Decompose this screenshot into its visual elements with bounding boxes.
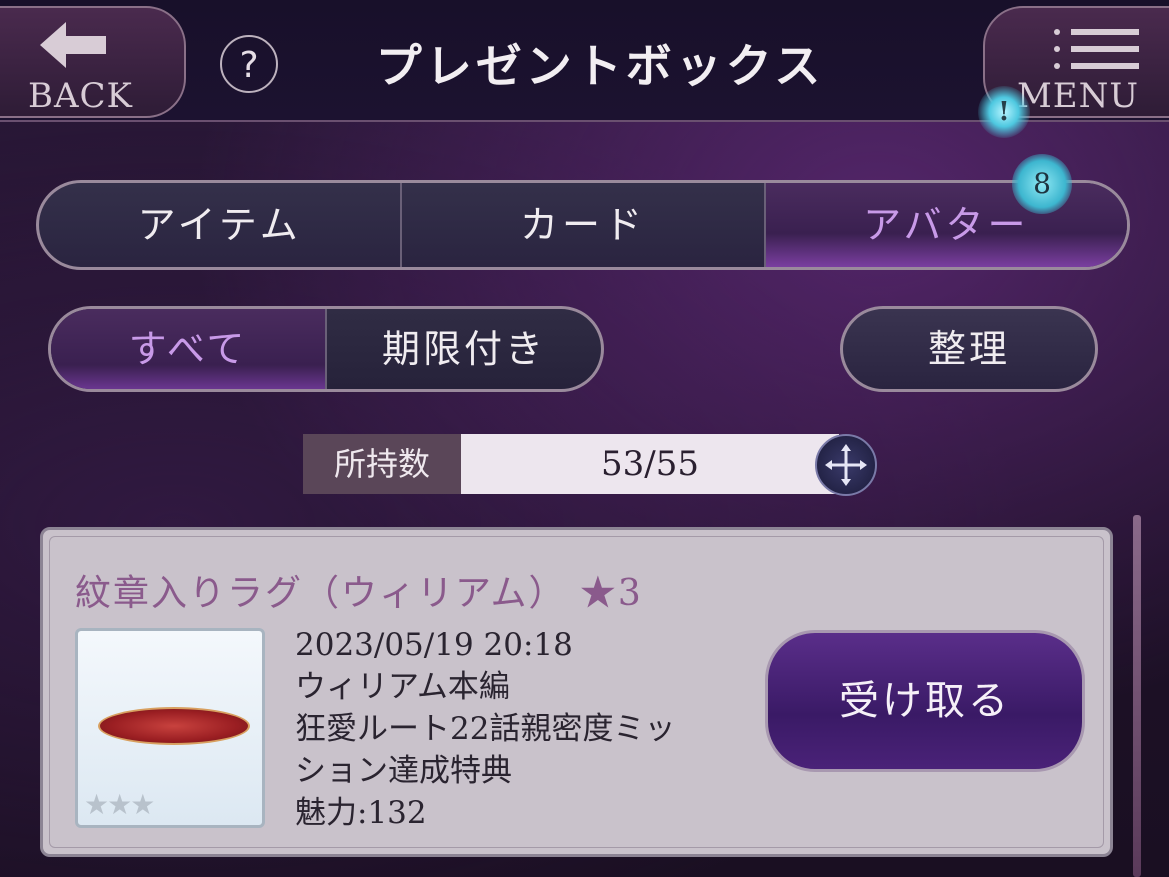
back-button[interactable]: BACK [0,6,186,118]
expand-capacity-button[interactable] [815,434,877,496]
organize-button[interactable]: 整理 [840,306,1098,392]
item-charm: 魅力:132 [295,795,427,831]
menu-icon [1054,29,1139,69]
item-date: 2023/05/19 20:18 [295,627,573,663]
item-details: 2023/05/19 20:18 ウィリアム本編 狂愛ルート22話親密度ミッ シ… [295,624,755,834]
rarity-stars: ★★★ [84,788,155,821]
notification-badge: ! [978,86,1030,138]
item-source: ウィリアム本編 [295,669,510,705]
item-description-1: 狂愛ルート22話親密度ミッ [295,711,676,747]
holdings-value: 53/55 [461,434,839,494]
scrollbar[interactable] [1133,515,1141,877]
filter-limited[interactable]: 期限付き [327,309,601,389]
filter-toggle: すべて 期限付き [48,306,604,392]
back-arrow-icon [40,22,106,68]
filter-all[interactable]: すべて [51,309,327,389]
present-item-card: 紋章入りラグ（ウィリアム） ★3 ★★★ 2023/05/19 20:18 ウィ… [40,527,1113,857]
move-cross-icon [825,444,867,486]
receive-button[interactable]: 受け取る [765,630,1085,772]
help-button[interactable]: ? [220,35,278,93]
item-description-2: ション達成特典 [295,753,512,789]
item-name: 紋章入りラグ（ウィリアム） ★3 [75,573,643,614]
tab-cards[interactable]: カード [402,183,766,267]
tab-avatar[interactable]: アバター [765,183,1127,267]
rug-image [98,707,250,745]
holdings-label: 所持数 [303,434,461,494]
item-thumbnail: ★★★ [75,628,265,828]
page-title: プレゼントボックス [375,39,825,93]
back-label: BACK [28,76,133,116]
category-tabs: アイテム カード アバター [36,180,1130,270]
tab-count-badge: 8 [1012,154,1072,214]
tab-items[interactable]: アイテム [39,183,403,267]
menu-label: MENU [1016,76,1139,116]
